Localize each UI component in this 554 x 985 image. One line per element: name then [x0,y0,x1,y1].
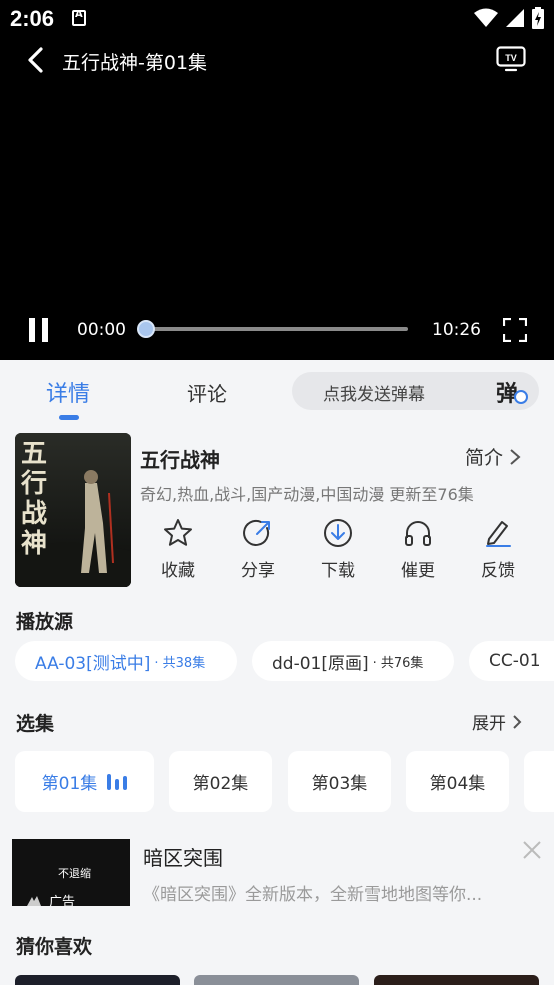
poster-title: 五行战神 [21,439,48,559]
recommend-thumbnail[interactable] [374,975,539,985]
download-icon [324,519,352,547]
feedback-label: 反馈 [481,561,515,581]
battery-icon [532,7,544,29]
chevron-right-icon [513,714,522,729]
share-icon [243,519,270,546]
show-tags: 奇幻,热血,战斗,国产动漫,中国动漫 更新至76集 [140,485,474,504]
show-title: 五行战神 [140,448,220,472]
fullscreen-icon[interactable] [503,318,527,342]
danmaku-placeholder: 点我发送弹幕 [323,385,425,405]
intro-link[interactable]: 简介 [465,443,521,470]
status-bar: 2:06 [0,0,554,38]
tab-detail[interactable]: 详情 [46,376,90,408]
video-player[interactable]: 2:06 五行战神-第01集 TV 00:00 10:26 [0,0,554,360]
recommend-thumbnail[interactable] [194,975,359,985]
episode-label: 第01集 [41,774,98,794]
source-list: AA-03[测试中] · 共38集 dd-01[原画] · 共76集 CC-01 [15,641,554,683]
danmaku-input[interactable]: 点我发送弹幕 弹 [292,372,539,410]
tab-comments[interactable]: 评论 [187,378,227,407]
recommend-list [0,975,554,985]
signal-icon [506,9,524,27]
episode-chip[interactable]: 第02集 [169,751,272,812]
episode-label: 第03集 [311,774,368,794]
episode-label: 第02集 [192,774,249,794]
cast-tv-icon[interactable]: TV [496,46,526,72]
source-name: AA-03[测试中] [35,653,151,674]
playing-indicator-icon [107,773,128,790]
ad-badge-label: 广告 [49,895,76,906]
source-name: dd-01[原画] [272,653,369,674]
pause-button[interactable] [27,318,51,342]
show-poster[interactable]: 五行战神 [15,433,131,587]
progress-knob[interactable] [137,320,155,338]
sources-title: 播放源 [16,611,74,633]
episode-chip[interactable]: 第03集 [288,751,391,812]
star-icon [164,519,192,546]
status-time: 2:06 [10,6,55,31]
episodes-title: 选集 [16,713,55,735]
ad-title: 暗区突围 [143,846,223,870]
svg-text:TV: TV [505,53,517,63]
episode-chip[interactable]: 第04集 [406,751,509,812]
video-title: 五行战神-第01集 [62,52,208,74]
current-time: 00:00 [77,320,126,340]
favorite-button[interactable]: 收藏 [138,518,218,581]
share-label: 分享 [241,561,275,581]
source-chip[interactable]: CC-01 [469,641,554,681]
expand-link[interactable]: 展开 [472,709,522,734]
download-button[interactable]: 下载 [298,518,378,581]
ad-thumbnail[interactable]: 不退缩 广告 [12,839,130,906]
urge-update-button[interactable]: 催更 [378,518,458,581]
source-count: · 共38集 [154,655,206,671]
edit-icon [486,521,511,547]
share-button[interactable]: 分享 [218,518,298,581]
episode-list: 第01集 第02集 第03集 第04集 [15,751,554,813]
back-icon[interactable] [24,47,48,73]
headphones-icon [405,521,431,546]
wifi-icon [474,8,498,27]
favorite-label: 收藏 [161,561,195,581]
download-label: 下载 [321,561,355,581]
ad-badge: 广告 [26,891,75,906]
ad-thumb-text: 不退缩 [58,867,91,880]
close-icon[interactable] [522,840,542,860]
intro-label: 简介 [465,447,504,469]
source-count: · 共76集 [372,655,424,671]
episode-chip[interactable]: 第01集 [15,751,154,812]
source-chip[interactable]: dd-01[原画] · 共76集 [252,641,454,681]
check-icon [514,390,528,404]
recommend-thumbnail[interactable] [15,975,180,985]
danmaku-toggle-icon[interactable]: 弹 [496,376,528,407]
source-name: CC-01 [489,651,541,671]
ad-logo-icon [27,895,41,906]
ad-banner[interactable]: 不退缩 广告 暗区突围 《暗区突围》全新版本，全新雪地地图等你... [0,828,554,918]
source-chip[interactable]: AA-03[测试中] · 共38集 [15,641,237,681]
notification-icon [72,9,86,26]
tab-underline [59,415,79,420]
action-row: 收藏 分享 下载 催更 反馈 [138,518,538,588]
total-time: 10:26 [432,320,481,340]
episode-label: 第04集 [429,774,486,794]
feedback-button[interactable]: 反馈 [458,518,538,581]
urge-update-label: 催更 [401,561,435,581]
episode-chip[interactable] [524,751,554,812]
progress-bar[interactable] [146,327,408,331]
ad-description: 《暗区突围》全新版本，全新雪地地图等你... [143,885,483,905]
status-icons [474,6,544,30]
tab-bar: 详情 评论 点我发送弹幕 弹 [0,360,554,420]
chevron-right-icon [510,448,521,465]
recommend-title: 猜你喜欢 [16,936,93,958]
expand-label: 展开 [472,714,506,734]
